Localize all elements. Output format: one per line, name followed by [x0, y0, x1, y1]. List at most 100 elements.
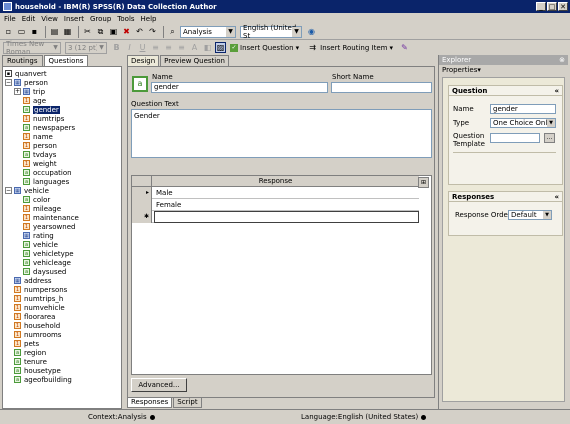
tree-item[interactable]: a housetype: [14, 366, 61, 375]
tree-item[interactable]: ▦ address: [14, 276, 52, 285]
tree-item[interactable]: 1 numtrips: [23, 114, 64, 123]
menu-group[interactable]: Group: [90, 15, 111, 23]
tab-responses[interactable]: Responses: [127, 398, 173, 408]
short-name-field[interactable]: [331, 82, 432, 93]
tree-item[interactable]: 1 pets: [14, 339, 39, 348]
insert-question-button[interactable]: ✓ Insert Question ▾: [228, 42, 301, 54]
question-section-header[interactable]: Question «: [449, 86, 562, 96]
tree-item[interactable]: 1 floorarea: [14, 312, 55, 321]
refresh-icon[interactable]: ◉: [306, 26, 317, 37]
tree-item[interactable]: a vehicleage: [23, 258, 71, 267]
tree-item[interactable]: 1 weight: [23, 159, 57, 168]
collapse-icon[interactable]: «: [554, 86, 559, 96]
copy-icon[interactable]: ⧉: [95, 26, 106, 37]
menu-insert[interactable]: Insert: [64, 15, 84, 23]
question-tree[interactable]: ▪ quanvert − ▦ person + ▦ trip 1 age a gender 1 numtr…: [2, 66, 122, 409]
prop-template-field[interactable]: [490, 133, 540, 143]
collapse-icon[interactable]: −: [5, 79, 12, 86]
context-combo[interactable]: Analysis ▼: [180, 25, 236, 38]
grid-options-icon[interactable]: ⊞: [418, 177, 429, 188]
status-language[interactable]: Language:English (United States): [301, 413, 427, 421]
chevron-down-icon[interactable]: ▼: [51, 42, 60, 53]
tree-item[interactable]: a ageofbuilding: [14, 375, 72, 384]
tree-item[interactable]: a region: [14, 348, 46, 357]
question-text-field[interactable]: Gender: [131, 109, 432, 158]
advanced-button[interactable]: Advanced...: [131, 378, 187, 392]
tree-item[interactable]: a gender: [23, 105, 60, 114]
tree-item[interactable]: a daysused: [23, 267, 66, 276]
response-cell[interactable]: Female: [156, 199, 181, 211]
tab-questions[interactable]: Questions: [43, 55, 89, 66]
redo-icon[interactable]: ↷: [147, 26, 158, 37]
chevron-down-icon[interactable]: ▾: [389, 44, 393, 52]
chevron-down-icon[interactable]: ▼: [226, 26, 235, 37]
tree-item[interactable]: 1 numvehicle: [14, 303, 65, 312]
response-order-select[interactable]: Default ▼: [508, 210, 552, 220]
tree-item[interactable]: + ▦ trip: [14, 87, 45, 96]
new-icon[interactable]: ▫: [3, 26, 14, 37]
bold-button[interactable]: B: [111, 42, 122, 53]
print-preview-icon[interactable]: ▦: [62, 26, 73, 37]
tree-item[interactable]: ▦ rating: [23, 231, 54, 240]
save-icon[interactable]: ▪: [29, 26, 40, 37]
cut-icon[interactable]: ✂: [82, 26, 93, 37]
new-row[interactable]: ✱: [132, 211, 419, 223]
tree-item[interactable]: a occupation: [23, 168, 72, 177]
tree-item[interactable]: a newspapers: [23, 123, 75, 132]
menu-tools[interactable]: Tools: [117, 15, 134, 23]
chevron-down-icon[interactable]: ▼: [547, 119, 555, 127]
underline-button[interactable]: U: [137, 42, 148, 53]
color-icon[interactable]: A: [189, 42, 200, 53]
find-icon[interactable]: ⌕: [167, 26, 178, 37]
tree-item[interactable]: 1 yearsowned: [23, 222, 75, 231]
tree-item[interactable]: 1 numrooms: [14, 330, 61, 339]
tree-item[interactable]: a tvdays: [23, 150, 56, 159]
tree-item[interactable]: 1 numtrips_h: [14, 294, 63, 303]
italic-button[interactable]: I: [124, 42, 135, 53]
tree-item[interactable]: − ▦ vehicle: [5, 186, 49, 195]
tree-item[interactable]: 1 numpersons: [14, 285, 67, 294]
close-button[interactable]: ✕: [558, 2, 568, 11]
undo-icon[interactable]: ↶: [134, 26, 145, 37]
tree-item[interactable]: 1 household: [14, 321, 60, 330]
tree-item[interactable]: 1 age: [23, 96, 46, 105]
prop-type-select[interactable]: One Choice Only ▼: [490, 118, 556, 128]
tree-item[interactable]: 1 name: [23, 132, 53, 141]
tab-routings[interactable]: Routings: [2, 55, 43, 66]
insert-routing-button[interactable]: ⇉ Insert Routing Item ▾: [305, 42, 395, 54]
tab-script[interactable]: Script: [173, 398, 202, 408]
tab-design[interactable]: Design: [127, 55, 160, 66]
font-size-combo[interactable]: 3 (12 pt) ▼: [65, 41, 107, 54]
collapse-icon[interactable]: «: [554, 192, 559, 202]
tree-item[interactable]: a vehicle: [23, 240, 58, 249]
menu-file[interactable]: File: [4, 15, 16, 23]
template-browse-button[interactable]: ...: [544, 133, 555, 143]
chevron-down-icon[interactable]: ▼: [292, 26, 301, 37]
maximize-button[interactable]: □: [547, 2, 557, 11]
new-response-cell[interactable]: [154, 211, 419, 223]
expand-icon[interactable]: +: [14, 88, 21, 95]
script-icon[interactable]: ✎: [399, 42, 410, 53]
menu-edit[interactable]: Edit: [22, 15, 36, 23]
picture-icon[interactable]: ▨: [215, 42, 226, 53]
align-right-icon[interactable]: ≡: [176, 42, 187, 53]
properties-menu[interactable]: Properties▾: [439, 65, 568, 75]
language-combo[interactable]: English (United St ▼: [240, 24, 302, 40]
status-context[interactable]: Context:Analysis: [88, 413, 155, 421]
tab-preview-question[interactable]: Preview Question: [160, 55, 229, 66]
highlight-icon[interactable]: ◧: [202, 42, 213, 53]
delete-icon[interactable]: ✖: [121, 26, 132, 37]
responses-section-header[interactable]: Responses «: [449, 192, 562, 202]
menu-view[interactable]: View: [41, 15, 58, 23]
tree-item[interactable]: a tenure: [14, 357, 47, 366]
tree-item[interactable]: a color: [23, 195, 50, 204]
pin-icon[interactable]: ⊗: [559, 55, 565, 65]
align-left-icon[interactable]: ≡: [150, 42, 161, 53]
tree-item[interactable]: 1 person: [23, 141, 57, 150]
paste-icon[interactable]: ▣: [108, 26, 119, 37]
tree-item[interactable]: a vehicletype: [23, 249, 74, 258]
tree-item[interactable]: − ▦ person: [5, 78, 48, 87]
open-icon[interactable]: ▭: [16, 26, 27, 37]
response-cell[interactable]: Male: [156, 187, 173, 199]
tree-item[interactable]: 1 mileage: [23, 204, 61, 213]
